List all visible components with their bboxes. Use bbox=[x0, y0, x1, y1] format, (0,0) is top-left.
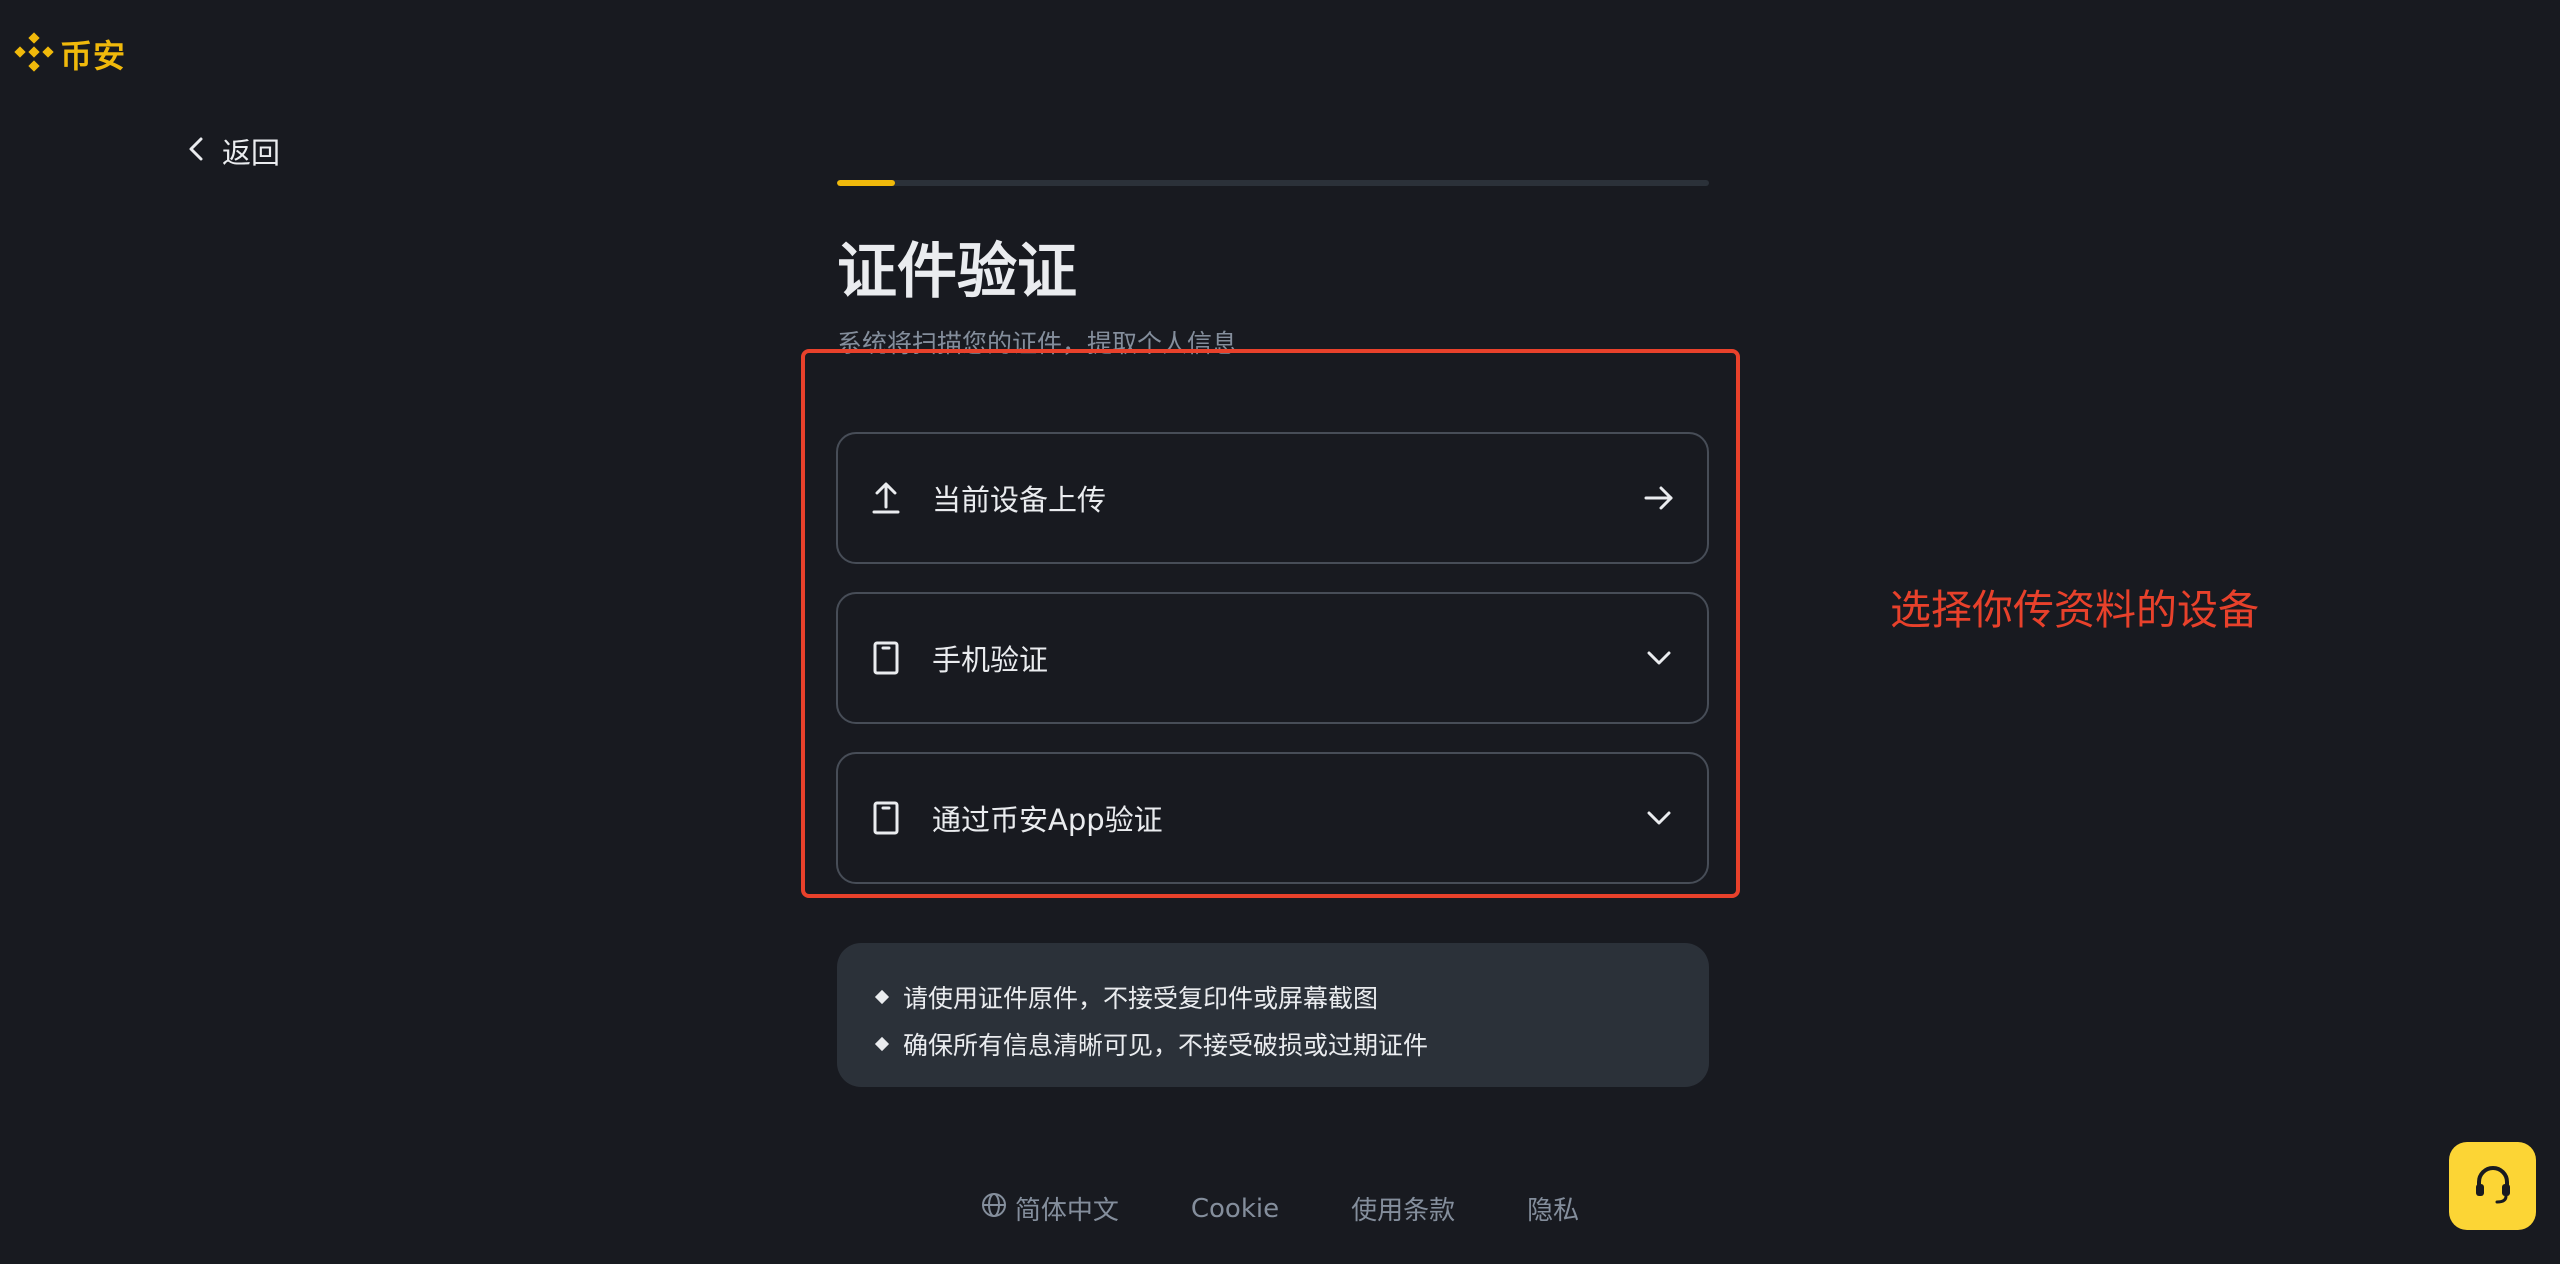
phone-icon bbox=[868, 640, 904, 676]
back-button[interactable]: 返回 bbox=[188, 130, 280, 172]
logo[interactable]: 币安 bbox=[12, 30, 126, 78]
headset-icon bbox=[2471, 1162, 2515, 1210]
binance-logo-icon bbox=[12, 30, 56, 78]
language-selector[interactable]: 简体中文 bbox=[981, 1190, 1119, 1227]
chevron-left-icon bbox=[188, 136, 204, 166]
chevron-down-icon bbox=[1641, 800, 1677, 836]
footer: 简体中文 Cookie 使用条款 隐私 bbox=[0, 1190, 2560, 1227]
brand-name: 币安 bbox=[60, 37, 127, 75]
arrow-right-icon bbox=[1641, 480, 1677, 516]
footer-link-cookie[interactable]: Cookie bbox=[1191, 1190, 1279, 1227]
chevron-down-icon bbox=[1641, 640, 1677, 676]
tips-panel: 请使用证件原件，不接受复印件或屏幕截图 确保所有信息清晰可见，不接受破损或过期证… bbox=[837, 943, 1709, 1087]
option-label: 当前设备上传 bbox=[932, 483, 1107, 517]
progress-fill bbox=[837, 180, 896, 186]
bullet-icon bbox=[874, 989, 890, 1004]
phone-icon bbox=[868, 800, 904, 836]
page-title: 证件验证 bbox=[837, 237, 1077, 307]
annotation-text: 选择你传资料的设备 bbox=[1890, 586, 2259, 634]
language-label: 简体中文 bbox=[1014, 1196, 1119, 1226]
option-label: 手机验证 bbox=[932, 643, 1049, 677]
globe-icon bbox=[981, 1192, 1007, 1225]
tip-item: 确保所有信息清晰可见，不接受破损或过期证件 bbox=[874, 1020, 1669, 1067]
option-phone-verify[interactable]: 手机验证 bbox=[836, 592, 1709, 724]
page-subtitle: 系统将扫描您的证件，提取个人信息 bbox=[837, 329, 1238, 358]
footer-link-privacy[interactable]: 隐私 bbox=[1527, 1190, 1579, 1227]
back-label: 返回 bbox=[222, 136, 281, 170]
bullet-icon bbox=[874, 1036, 890, 1051]
tip-text: 请使用证件原件，不接受复印件或屏幕截图 bbox=[903, 983, 1379, 1013]
option-label: 通过币安App验证 bbox=[932, 803, 1163, 837]
support-button[interactable] bbox=[2449, 1142, 2536, 1230]
tip-text: 确保所有信息清晰可见，不接受破损或过期证件 bbox=[903, 1030, 1429, 1060]
upload-icon bbox=[868, 480, 904, 516]
footer-link-terms[interactable]: 使用条款 bbox=[1351, 1190, 1455, 1227]
option-upload-current-device[interactable]: 当前设备上传 bbox=[836, 432, 1709, 564]
tip-item: 请使用证件原件，不接受复印件或屏幕截图 bbox=[874, 973, 1669, 1020]
progress-bar bbox=[837, 180, 1709, 186]
option-binance-app-verify[interactable]: 通过币安App验证 bbox=[836, 752, 1709, 884]
